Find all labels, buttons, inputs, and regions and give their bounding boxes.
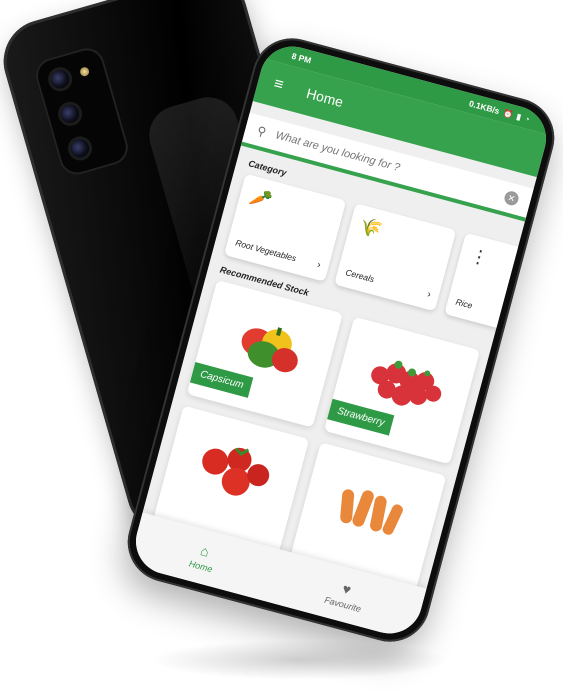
camera-lens-icon	[58, 102, 82, 125]
chevron-right-icon: ›	[426, 288, 433, 301]
flash-icon	[78, 66, 91, 78]
hamburger-menu-icon[interactable]: ≡	[272, 75, 296, 98]
grain-icon: 🌾	[357, 215, 385, 241]
page-title: Home	[304, 85, 345, 111]
camera-module	[31, 44, 133, 179]
nav-favourite-label: Favourite	[323, 594, 363, 614]
chevron-right-icon: ›	[536, 318, 543, 330]
camera-lens-icon	[68, 137, 92, 160]
battery-icon: ▮	[515, 111, 523, 122]
nav-favourite[interactable]: ♥ Favourite	[323, 576, 367, 614]
search-icon[interactable]: ⚲	[256, 123, 268, 139]
category-label: Cereals	[344, 267, 376, 285]
wifi-icon: ◔	[523, 113, 531, 124]
alarm-icon: ⏰	[502, 107, 515, 120]
close-icon[interactable]: ✕	[502, 189, 521, 207]
heart-icon: ♥	[340, 579, 354, 598]
carrot-image	[340, 489, 403, 535]
camera-lens-icon	[49, 68, 72, 91]
nav-home-label: Home	[187, 557, 214, 574]
rice-icon: ⋮	[467, 244, 491, 269]
chevron-right-icon: ›	[315, 259, 322, 271]
nav-home[interactable]: ⌂ Home	[188, 540, 219, 574]
carrot-icon: 🥕	[247, 185, 275, 212]
tomato-image	[202, 447, 270, 496]
category-label: Root Vegetables	[234, 237, 298, 264]
category-label: Rice	[454, 296, 474, 311]
status-time: 8 PM	[290, 50, 313, 66]
floor-shadow	[150, 640, 450, 680]
home-icon: ⌂	[198, 541, 212, 560]
network-speed: 0.1KB/s	[467, 98, 501, 117]
